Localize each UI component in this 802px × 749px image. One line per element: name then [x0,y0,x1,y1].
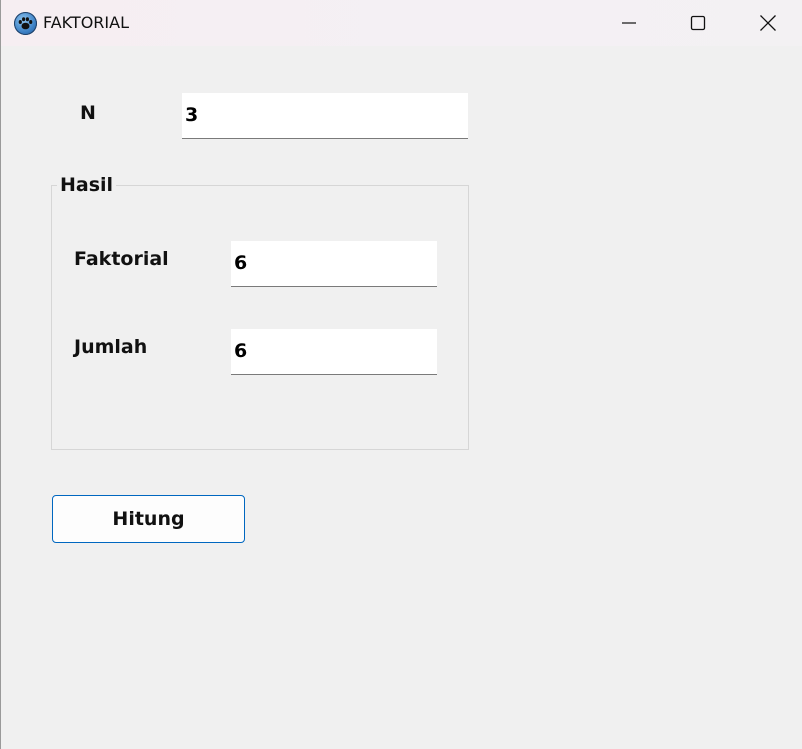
window-title: FAKTORIAL [43,13,129,32]
hasil-group-title: Hasil [57,173,117,197]
jumlah-output[interactable]: 6 [231,329,437,375]
close-icon [760,15,776,31]
n-input[interactable]: 3 [182,93,468,139]
app-window: FAKTORIAL N 3 Hasil Faktorial 6 Jumlah 6… [0,0,802,749]
faktorial-output[interactable]: 6 [231,241,437,287]
n-label: N [80,102,96,124]
jumlah-label: Jumlah [74,336,148,358]
hitung-button[interactable]: Hitung [52,495,245,543]
close-button[interactable] [733,0,802,46]
hasil-groupbox [51,185,469,450]
title-bar[interactable]: FAKTORIAL [1,0,802,46]
maximize-icon [690,15,706,31]
faktorial-label: Faktorial [74,248,169,270]
minimize-button[interactable] [594,0,664,46]
paw-icon [14,12,37,35]
minimize-icon [622,22,636,24]
maximize-button[interactable] [663,0,733,46]
